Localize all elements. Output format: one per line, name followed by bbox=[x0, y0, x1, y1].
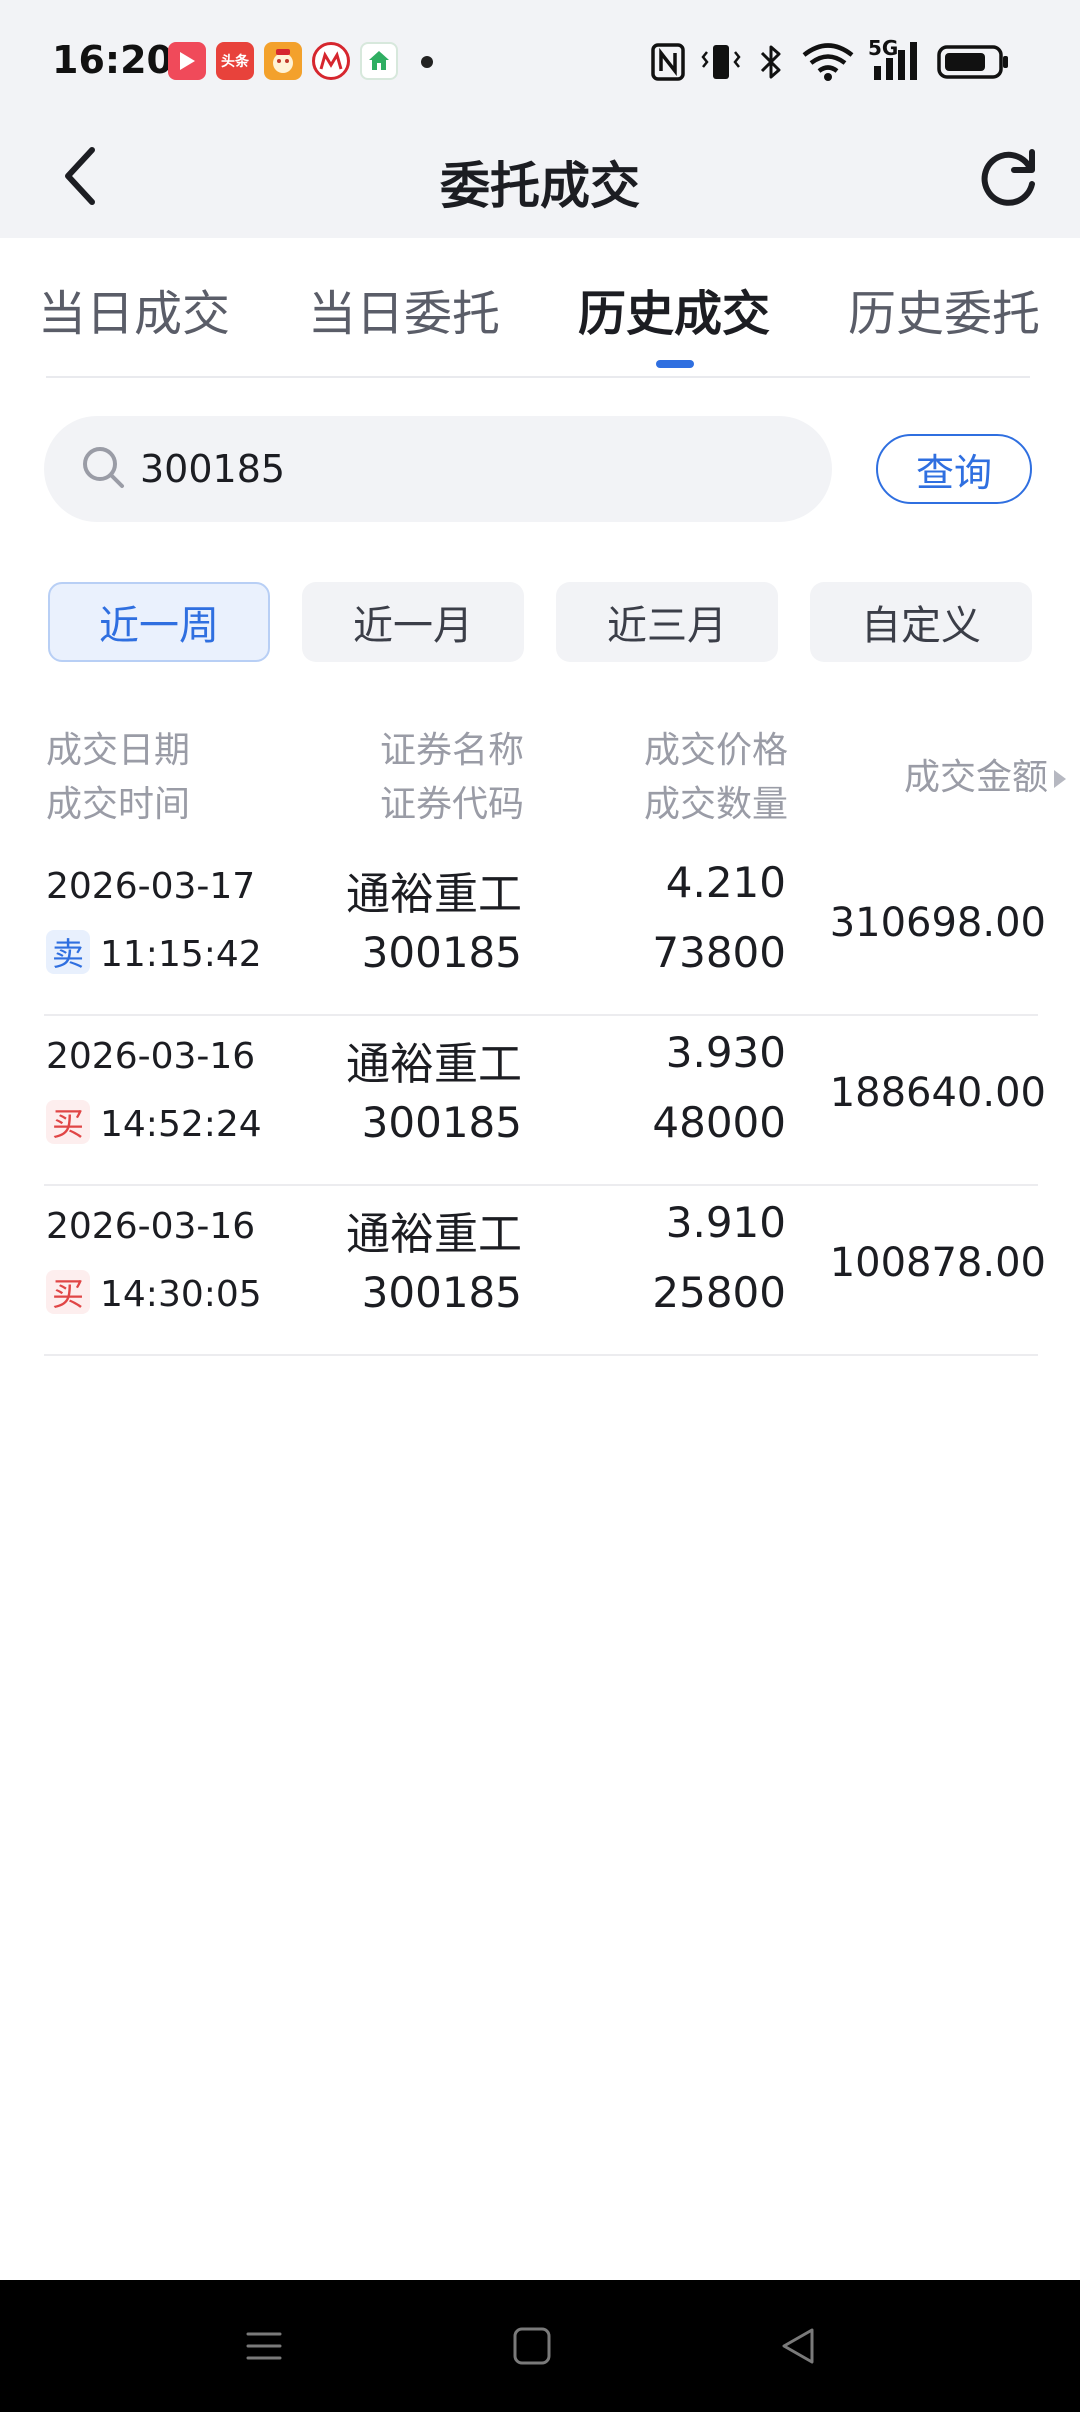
tab-today-deals[interactable]: 当日成交 bbox=[38, 274, 230, 344]
cellular-signal-icon: 5G bbox=[866, 36, 926, 84]
home-square-icon bbox=[513, 2327, 551, 2365]
trade-time: 14:52:24 bbox=[100, 1104, 262, 1145]
notification-dot bbox=[421, 56, 433, 68]
trade-time: 14:30:05 bbox=[100, 1274, 262, 1315]
app-header: 委托成交 bbox=[0, 124, 1080, 238]
trade-time: 11:15:42 bbox=[100, 934, 262, 975]
security-name: 通裕重工 bbox=[346, 869, 522, 920]
col-time-label: 成交时间 bbox=[46, 784, 191, 825]
menu-icon bbox=[246, 2332, 282, 2360]
col-date-header: 成交日期 成交时间 bbox=[46, 724, 190, 832]
trade-date: 2026-03-16 bbox=[46, 1206, 256, 1247]
wifi-icon bbox=[800, 40, 856, 84]
trade-amount: 100878.00 bbox=[829, 1240, 1046, 1286]
tab-today-orders[interactable]: 当日委托 bbox=[308, 274, 500, 344]
vibrate-icon bbox=[700, 40, 742, 84]
table-row[interactable]: 2026-03-17 卖 11:15:42 通裕重工 300185 4.210 … bbox=[0, 846, 1080, 1016]
sort-arrow-icon bbox=[1054, 770, 1066, 788]
status-time: 16:20 bbox=[52, 38, 173, 82]
col-code-label: 证券代码 bbox=[379, 784, 524, 825]
side-badge: 买 bbox=[46, 1270, 90, 1314]
game-app-icon bbox=[264, 42, 302, 80]
side-badge: 卖 bbox=[46, 930, 90, 974]
security-name: 通裕重工 bbox=[346, 1209, 522, 1260]
video-app-icon bbox=[168, 42, 206, 80]
trade-amount: 310698.00 bbox=[829, 900, 1046, 946]
col-amount-header[interactable]: 成交金额 bbox=[904, 751, 1066, 805]
tab-history-deals[interactable]: 历史成交 bbox=[578, 274, 770, 344]
page-title: 委托成交 bbox=[440, 157, 640, 215]
period-chip-three-months[interactable]: 近三月 bbox=[556, 582, 778, 662]
col-date-label: 成交日期 bbox=[46, 730, 191, 771]
trade-date: 2026-03-17 bbox=[46, 866, 256, 907]
col-price-header: 成交价格 成交数量 bbox=[644, 724, 788, 832]
nfc-icon bbox=[648, 40, 688, 84]
query-button[interactable]: 查询 bbox=[876, 434, 1032, 504]
col-name-label: 证券名称 bbox=[379, 730, 524, 771]
period-chip-custom[interactable]: 自定义 bbox=[810, 582, 1032, 662]
refresh-button[interactable] bbox=[970, 140, 1046, 216]
system-nav-bar bbox=[0, 2280, 1080, 2412]
trade-date: 2026-03-16 bbox=[46, 1036, 256, 1077]
home-app-icon bbox=[360, 42, 398, 80]
trade-price: 3.930 bbox=[665, 1028, 786, 1077]
battery-icon bbox=[936, 40, 1010, 84]
tab-history-orders[interactable]: 历史委托 bbox=[848, 274, 1040, 344]
bluetooth-icon bbox=[756, 40, 786, 84]
toutiao-app-icon: 头条 bbox=[216, 42, 254, 80]
active-tab-indicator bbox=[656, 360, 694, 368]
period-chip-month[interactable]: 近一月 bbox=[302, 582, 524, 662]
nav-home-button[interactable] bbox=[502, 2316, 562, 2376]
cmb-bank-app-icon bbox=[312, 42, 350, 80]
status-bar: 16:20 头条 5G bbox=[0, 0, 1080, 124]
nav-back-button[interactable] bbox=[768, 2316, 828, 2376]
security-code: 300185 bbox=[361, 928, 522, 977]
search-box[interactable] bbox=[44, 416, 832, 522]
security-name: 通裕重工 bbox=[346, 1039, 522, 1090]
col-name-header: 证券名称 证券代码 bbox=[380, 724, 524, 832]
search-icon bbox=[83, 447, 124, 488]
refresh-icon bbox=[981, 149, 1035, 206]
side-badge: 买 bbox=[46, 1100, 90, 1144]
security-code: 300185 bbox=[361, 1098, 522, 1147]
col-price-label: 成交价格 bbox=[643, 730, 788, 771]
security-code: 300185 bbox=[361, 1268, 522, 1317]
trade-price: 3.910 bbox=[665, 1198, 786, 1247]
col-amount-label: 成交金额 bbox=[903, 757, 1048, 798]
tabs-divider bbox=[46, 376, 1030, 378]
trade-qty: 73800 bbox=[652, 928, 786, 977]
trade-amount: 188640.00 bbox=[829, 1070, 1046, 1116]
trade-qty: 25800 bbox=[652, 1268, 786, 1317]
nav-menu-button[interactable] bbox=[234, 2316, 294, 2376]
back-triangle-icon bbox=[782, 2328, 814, 2364]
table-row[interactable]: 2026-03-16 买 14:52:24 通裕重工 300185 3.930 … bbox=[0, 1016, 1080, 1186]
trade-price: 4.210 bbox=[665, 858, 786, 907]
period-chip-week[interactable]: 近一周 bbox=[48, 582, 270, 662]
tab-bar: 当日成交 当日委托 历史成交 历史委托 bbox=[0, 238, 1080, 378]
toutiao-app-label: 头条 bbox=[221, 54, 249, 70]
trade-qty: 48000 bbox=[652, 1098, 786, 1147]
row-divider bbox=[44, 1354, 1038, 1356]
search-input[interactable] bbox=[140, 434, 780, 504]
col-qty-label: 成交数量 bbox=[643, 784, 788, 825]
table-row[interactable]: 2026-03-16 买 14:30:05 通裕重工 300185 3.910 … bbox=[0, 1186, 1080, 1356]
